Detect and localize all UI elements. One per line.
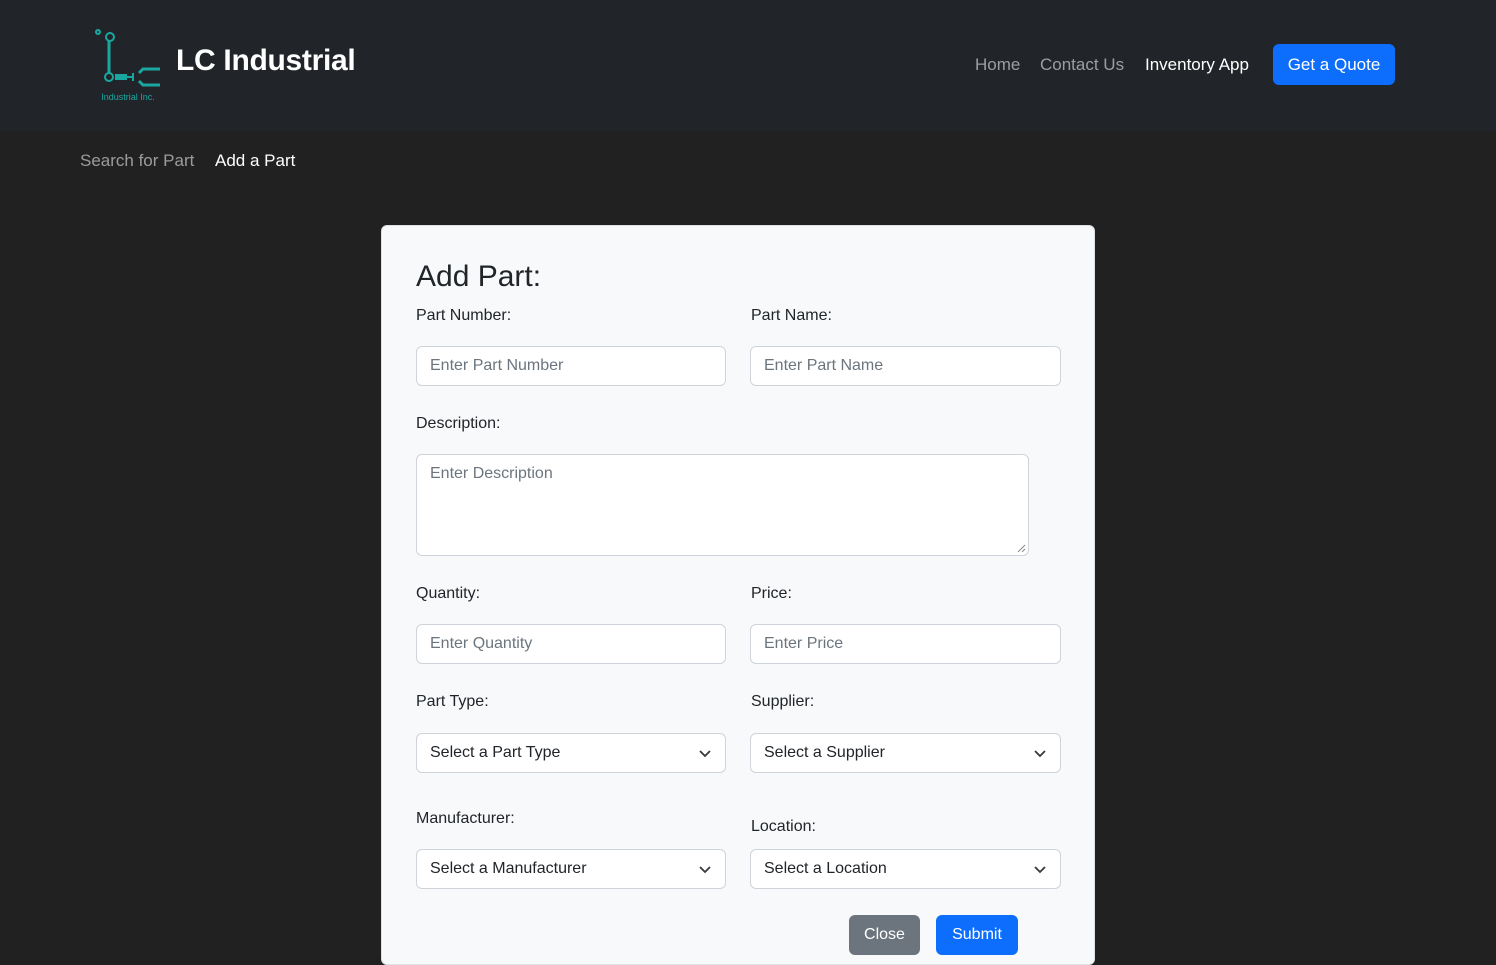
manufacturer-select[interactable]: Select a Manufacturer xyxy=(416,849,726,889)
nav-home-link[interactable]: Home xyxy=(975,55,1020,75)
get-quote-button[interactable]: Get a Quote xyxy=(1273,44,1395,85)
robot-arm-logo-icon: Industrial Inc. xyxy=(95,29,160,102)
part-name-input[interactable]: Enter Part Name xyxy=(750,346,1061,386)
price-input[interactable]: Enter Price xyxy=(750,624,1061,664)
description-placeholder: Enter Description xyxy=(430,465,553,482)
manufacturer-label: Manufacturer: xyxy=(416,810,515,827)
chevron-down-icon xyxy=(699,866,711,874)
nav-contact-link[interactable]: Contact Us xyxy=(1040,55,1124,75)
close-button[interactable]: Close xyxy=(849,915,920,955)
form-title: Add Part: xyxy=(416,260,542,293)
part-number-label: Part Number: xyxy=(416,307,512,324)
part-type-selected-value: Select a Part Type xyxy=(430,744,561,761)
part-type-select[interactable]: Select a Part Type xyxy=(416,733,726,773)
description-textarea[interactable]: Enter Description xyxy=(416,454,1029,556)
chevron-down-icon xyxy=(1034,866,1046,874)
part-type-label: Part Type: xyxy=(416,693,489,710)
location-label: Location: xyxy=(751,818,816,835)
top-navbar: Industrial Inc. LC Industrial Home Conta… xyxy=(0,0,1496,131)
location-selected-value: Select a Location xyxy=(764,860,887,877)
quantity-label: Quantity: xyxy=(416,585,481,602)
description-label: Description: xyxy=(416,415,501,432)
subnav-search-part-link[interactable]: Search for Part xyxy=(80,151,194,171)
part-name-label: Part Name: xyxy=(751,307,832,324)
supplier-select[interactable]: Select a Supplier xyxy=(750,733,1061,773)
submit-button[interactable]: Submit xyxy=(936,915,1018,955)
resize-handle-icon[interactable] xyxy=(1017,544,1026,553)
location-select[interactable]: Select a Location xyxy=(750,849,1061,889)
brand-name[interactable]: LC Industrial xyxy=(176,44,356,78)
quantity-input[interactable]: Enter Quantity xyxy=(416,624,726,664)
price-label: Price: xyxy=(751,585,792,602)
chevron-down-icon xyxy=(699,750,711,758)
chevron-down-icon xyxy=(1034,750,1046,758)
supplier-selected-value: Select a Supplier xyxy=(764,744,885,761)
part-number-input[interactable]: Enter Part Number xyxy=(416,346,726,386)
nav-inventory-app-link[interactable]: Inventory App xyxy=(1145,55,1249,75)
manufacturer-selected-value: Select a Manufacturer xyxy=(430,860,587,877)
subnav-add-part-link[interactable]: Add a Part xyxy=(215,151,295,171)
supplier-label: Supplier: xyxy=(751,693,815,710)
company-logo[interactable]: Industrial Inc. xyxy=(93,26,165,104)
add-part-form-card: Add Part: Part Number: Part Name: Enter … xyxy=(381,225,1095,965)
logo-caption: Industrial Inc. xyxy=(101,92,155,102)
